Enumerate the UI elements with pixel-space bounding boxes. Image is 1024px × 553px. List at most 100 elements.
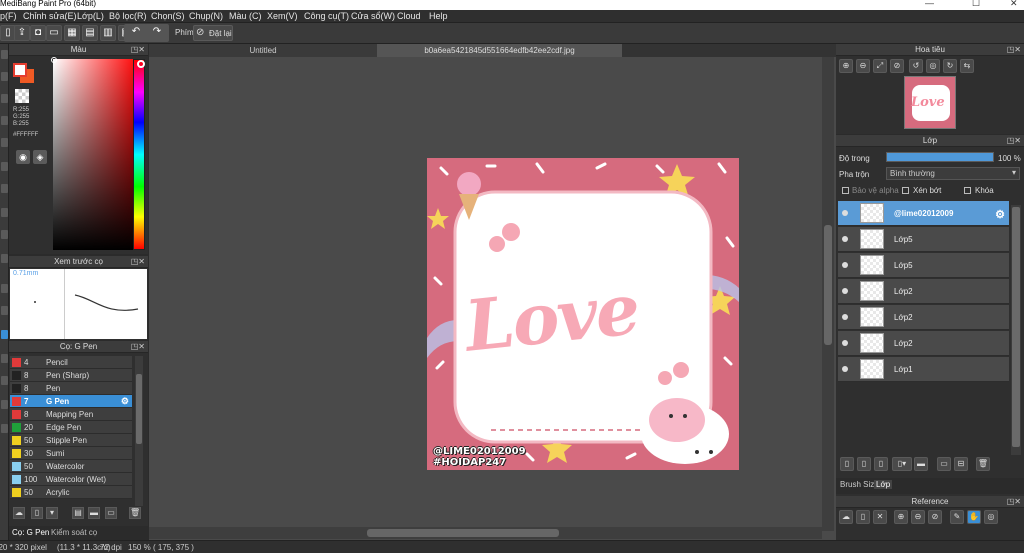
new-halftone-layer-icon[interactable]: ▯	[857, 457, 871, 471]
rotate-reset-icon[interactable]: ◎	[926, 59, 940, 73]
panel-tool-icon[interactable]	[1, 400, 8, 409]
panel-detach-icon[interactable]: ◳✕	[1007, 135, 1021, 147]
chat-icon[interactable]: ◘	[30, 25, 46, 41]
menu-filter[interactable]: Bộ lọc(R)	[109, 11, 147, 21]
hue-cursor[interactable]	[137, 60, 145, 68]
brush-list-item[interactable]: 8 Mapping Pen	[10, 408, 132, 421]
ref-hand-icon[interactable]: ✋	[967, 510, 981, 524]
text-tool-icon[interactable]	[1, 284, 8, 293]
ref-eyedropper-icon[interactable]: ✎	[950, 510, 964, 524]
opacity-slider[interactable]	[886, 152, 994, 162]
brush-list-item[interactable]: 30 Sumi	[10, 447, 132, 460]
add-layer-menu-icon[interactable]: ▯▾	[892, 457, 912, 471]
canvas-horizontal-scrollbar[interactable]	[149, 527, 822, 539]
ruler-tool-icon[interactable]	[1, 376, 8, 385]
canvas-image[interactable]: Love @LIME02012009 #HOIDAP247	[427, 158, 739, 470]
layer-row[interactable]: Lớp5	[838, 227, 1009, 252]
saturation-value-picker[interactable]	[51, 57, 139, 250]
layer-row[interactable]: Lớp1	[838, 357, 1009, 382]
fill-tool-icon[interactable]	[1, 162, 8, 171]
pen-tool-icon[interactable]	[1, 116, 8, 125]
comment-icon[interactable]: ▭	[46, 25, 62, 41]
eye-icon[interactable]	[842, 340, 848, 346]
menu-select[interactable]: Chọn(S)	[151, 11, 185, 21]
ref-rotate-icon[interactable]: ◎	[984, 510, 998, 524]
brush-list-scrollbar[interactable]	[135, 356, 143, 506]
actual-size-icon[interactable]: ⊘	[890, 59, 904, 73]
hue-slider[interactable]	[133, 59, 145, 250]
new-layer-icon[interactable]: ▯	[840, 457, 854, 471]
fit-icon[interactable]: ⤢	[873, 59, 887, 73]
ref-zoom-in-icon[interactable]: ⊕	[894, 510, 908, 524]
new-8bit-layer-icon[interactable]: ▯	[874, 457, 888, 471]
tab-untitled[interactable]: Untitled	[149, 44, 377, 57]
menu-capture[interactable]: Chụp(N)	[189, 11, 223, 21]
menu-layer[interactable]: Lớp(L)	[77, 11, 104, 21]
menu-color[interactable]: Màu (C)	[229, 11, 262, 21]
eye-icon[interactable]	[842, 288, 848, 294]
clipping-checkbox[interactable]	[902, 187, 909, 194]
minimize-button[interactable]: —	[925, 0, 934, 8]
duplicate-layer-icon[interactable]: ▭	[937, 457, 951, 471]
zoom-out-icon[interactable]: ⊖	[856, 59, 870, 73]
brush-list-item[interactable]: 50 Watercolor	[10, 460, 132, 473]
layer-folder-icon[interactable]: ▬	[914, 457, 928, 471]
select-tool-icon[interactable]	[1, 208, 8, 217]
cloud-reference-icon[interactable]: ☁	[839, 510, 853, 524]
canvas-vscroll-thumb[interactable]	[824, 225, 832, 345]
flip-horizontal-icon[interactable]: ⇆	[960, 59, 974, 73]
protect-alpha-checkbox[interactable]	[842, 187, 849, 194]
redo-icon[interactable]: ↷	[145, 24, 169, 42]
brush-list-item[interactable]: 8 Pen (Sharp)	[10, 369, 132, 382]
brush-list-scroll-thumb[interactable]	[136, 374, 142, 444]
balloon-tool-icon[interactable]	[1, 424, 8, 433]
brush-settings-icon[interactable]: ▾	[46, 507, 58, 519]
ref-zoom-out-icon[interactable]: ⊖	[911, 510, 925, 524]
close-reference-icon[interactable]: ✕	[873, 510, 887, 524]
copy-brush-icon[interactable]: ▤	[72, 507, 84, 519]
zoom-in-icon[interactable]: ⊕	[839, 59, 853, 73]
canvas-hscroll-thumb[interactable]	[367, 529, 559, 537]
hand-tool-icon[interactable]	[1, 330, 8, 339]
brush-list-item[interactable]: 50 Acrylic	[10, 486, 132, 499]
eraser-tool-icon[interactable]	[1, 72, 8, 81]
panel-detach-icon[interactable]: ◳✕	[131, 256, 145, 268]
move-tool-icon[interactable]	[1, 138, 8, 147]
transparent-color-swatch[interactable]	[15, 89, 29, 103]
add-brush-icon[interactable]: ▯	[31, 507, 43, 519]
panel-icon[interactable]: ▤	[82, 25, 98, 41]
cloud-brush-icon[interactable]: ☁	[13, 507, 25, 519]
brush-list-item[interactable]: 4 Pencil	[10, 356, 132, 369]
canvas-vertical-scrollbar[interactable]	[822, 57, 834, 531]
share-icon[interactable]: ⇪	[14, 25, 30, 41]
canvas-area[interactable]: Untitled b0a6ea5421845d551664edfb42ee2cd…	[149, 44, 836, 540]
gradient-tool-icon[interactable]	[1, 184, 8, 193]
blend-mode-select[interactable]: Bình thường ▾	[886, 167, 1020, 180]
lasso-tool-icon[interactable]	[1, 230, 8, 239]
layer-row[interactable]: Lớp2	[838, 331, 1009, 356]
menu-cloud[interactable]: Cloud	[397, 11, 421, 21]
zoom-tool-icon[interactable]	[1, 354, 8, 363]
palette-icon[interactable]: ◉	[16, 150, 30, 164]
layout-icon[interactable]: ▥	[100, 25, 116, 41]
menu-edit[interactable]: Chỉnh sửa(E)	[23, 11, 77, 21]
layer-list-scrollbar[interactable]	[1011, 205, 1021, 455]
maximize-button[interactable]: ☐	[972, 0, 980, 9]
color-picker-icon[interactable]: ◈	[33, 150, 47, 164]
merge-layer-icon[interactable]: ⊟	[954, 457, 968, 471]
tab-brush-control[interactable]: Kiểm soát cọ	[51, 528, 97, 537]
foreground-color-swatch[interactable]	[13, 63, 27, 77]
rotate-left-icon[interactable]: ↺	[909, 59, 923, 73]
menu-help[interactable]: Help	[429, 11, 448, 21]
brush-list-item[interactable]: 8 Pen	[10, 382, 132, 395]
gear-icon[interactable]: ⚙	[995, 208, 1005, 221]
panel-detach-icon[interactable]: ◳✕	[131, 44, 145, 56]
brush-list-item[interactable]: 20 Edge Pen	[10, 421, 132, 434]
menu-tools[interactable]: Công cụ(T)	[304, 11, 349, 21]
layer-row[interactable]: Lớp5	[838, 253, 1009, 278]
eye-icon[interactable]	[842, 314, 848, 320]
eyedropper-tool-icon[interactable]	[1, 306, 8, 315]
grid-icon[interactable]: ▦	[64, 25, 80, 41]
tab-brush[interactable]: Cọ: G Pen	[12, 528, 49, 537]
magic-wand-tool-icon[interactable]	[1, 254, 8, 263]
